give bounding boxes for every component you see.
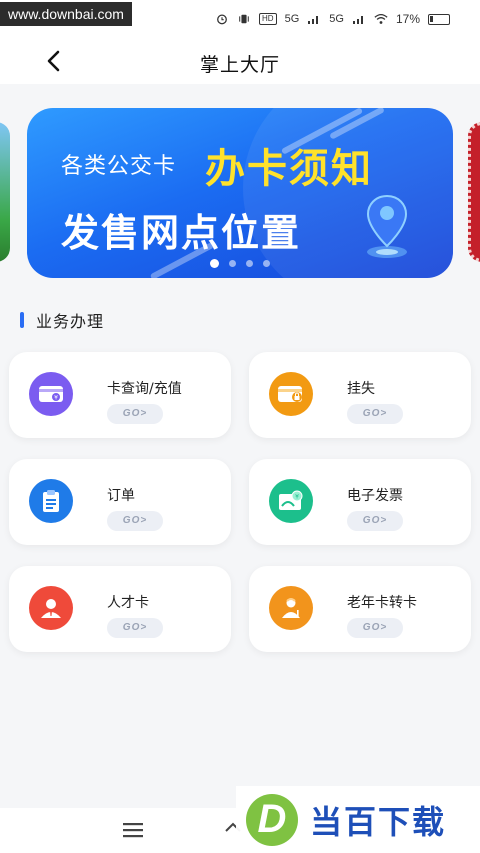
banner-highlight: 办卡须知 [205, 146, 373, 192]
location-pin-icon [366, 194, 408, 258]
battery-icon [428, 13, 450, 25]
vibrate-icon [239, 14, 249, 24]
status-bar: www.downbai.com HD 5G 5G 17% [0, 0, 480, 40]
service-label: 老年卡转卡 [347, 595, 417, 611]
battery-percent: 17% [395, 12, 420, 26]
network-5g-1: 5G [284, 13, 300, 25]
carousel-dot[interactable] [229, 260, 236, 267]
banner-carousel[interactable]: 各类公交卡 办卡须知 发售网点位置 [0, 100, 480, 280]
go-button[interactable]: GO> [347, 511, 403, 531]
banner-next-peek[interactable] [468, 122, 480, 262]
download-site-logo: D 当百下载 [236, 786, 480, 853]
clipboard-icon [29, 479, 73, 523]
svg-text:¥: ¥ [54, 395, 58, 402]
service-card-e-invoice[interactable]: ¥ 电子发票 GO> [249, 459, 471, 545]
carousel-dot[interactable] [263, 260, 270, 267]
carousel-dots [27, 259, 453, 268]
hd-badge: HD [259, 13, 277, 25]
page-title: 掌上大厅 [199, 54, 280, 76]
service-card-talent-card[interactable]: 人才卡 GO> [9, 566, 231, 652]
elder-icon [269, 586, 313, 630]
banner-prev-peek[interactable] [0, 122, 10, 262]
carousel-dot[interactable] [210, 259, 219, 268]
site-watermark: www.downbai.com [0, 2, 132, 26]
service-card-senior-card-transfer[interactable]: 老年卡转卡 GO> [249, 566, 471, 652]
go-button[interactable]: GO> [107, 618, 163, 638]
service-card-report-loss[interactable]: 挂失 GO> [249, 352, 471, 438]
service-label: 挂失 [347, 381, 375, 397]
service-label: 人才卡 [107, 595, 149, 611]
banner-headline: 发售网点位置 [61, 211, 302, 255]
logo-text: 当百下载 [310, 802, 447, 841]
go-button[interactable]: GO> [107, 404, 163, 424]
alarm-icon [217, 14, 227, 25]
go-button[interactable]: GO> [347, 404, 403, 424]
go-button[interactable]: GO> [107, 511, 163, 531]
service-label: 订单 [107, 488, 135, 504]
service-label: 卡查询/充值 [107, 381, 182, 397]
svg-text:¥: ¥ [295, 494, 299, 501]
invoice-icon: ¥ [269, 479, 313, 523]
network-5g-2: 5G [329, 13, 344, 25]
menu-icon[interactable] [122, 822, 144, 838]
signal-icon [308, 16, 319, 24]
go-button[interactable]: GO> [347, 618, 403, 638]
banner-subtitle: 各类公交卡 [61, 154, 177, 179]
banner-slide[interactable]: 各类公交卡 办卡须知 发售网点位置 [27, 108, 453, 278]
service-card-orders[interactable]: 订单 GO> [9, 459, 231, 545]
carousel-dot[interactable] [246, 260, 253, 267]
person-icon [29, 586, 73, 630]
logo-badge: D [246, 793, 298, 846]
section-accent-bar [20, 312, 24, 328]
signal-icon-2 [352, 16, 363, 24]
service-card-card-query[interactable]: ¥ 卡查询/充值 GO> [9, 352, 231, 438]
status-icons: HD 5G 5G 17% [215, 12, 450, 26]
service-label: 电子发票 [347, 488, 403, 504]
card-lock-icon [269, 372, 313, 416]
section-header: 业务办理 [20, 308, 104, 332]
card-yuan-icon: ¥ [29, 372, 73, 416]
section-title: 业务办理 [36, 312, 105, 331]
wifi-icon [374, 13, 388, 24]
app-header: 掌上大厅 [0, 40, 480, 84]
